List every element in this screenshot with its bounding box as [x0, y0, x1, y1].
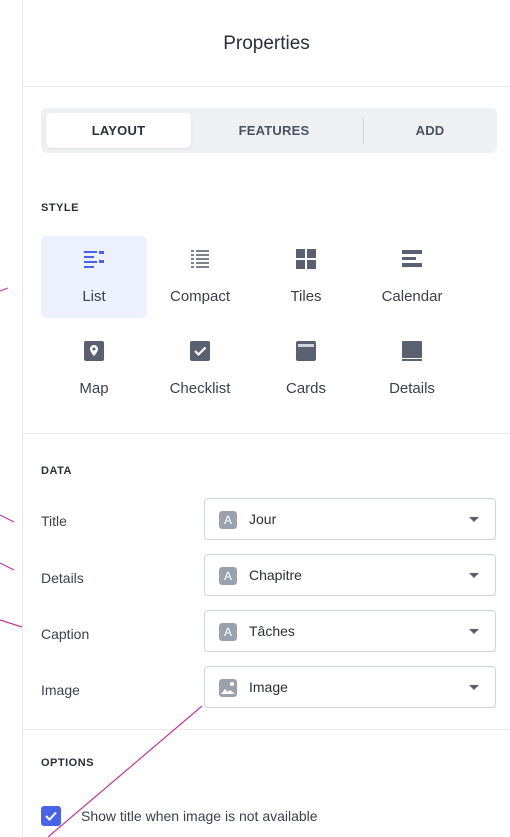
text-type-icon: A [219, 511, 237, 529]
style-option-label: List [82, 288, 106, 305]
style-option-list[interactable]: List [41, 236, 147, 318]
annotation-line [0, 514, 15, 523]
style-option-label: Calendar [381, 288, 443, 305]
section-divider [23, 433, 510, 434]
style-option-label: Compact [169, 288, 231, 305]
show-title-checkbox-label: Show title when image is not available [81, 808, 318, 824]
calendar-icon [402, 250, 422, 267]
image-type-icon [219, 679, 237, 697]
style-option-compact[interactable]: Compact [147, 236, 253, 318]
caption-field-label: Caption [41, 626, 90, 642]
annotation-line [0, 619, 23, 628]
style-option-details[interactable]: Details [359, 328, 465, 410]
details-field-label: Details [41, 570, 84, 586]
tab-features[interactable]: FEATURES [199, 113, 349, 148]
select-value: Tâches [249, 623, 295, 639]
image-column-select[interactable]: Image [204, 666, 496, 708]
options-section-label: OPTIONS [41, 757, 95, 769]
chevron-down-icon [469, 573, 479, 578]
card-icon [296, 341, 316, 361]
image-field-label: Image [41, 682, 80, 698]
text-type-icon: A [219, 567, 237, 585]
annotation-line [0, 562, 15, 571]
chevron-down-icon [469, 685, 479, 690]
select-value: Chapitre [249, 567, 302, 583]
panel-header: Properties [23, 0, 510, 87]
properties-panel: Properties LAYOUT FEATURES ADD STYLE Lis… [23, 0, 510, 837]
title-column-select[interactable]: A Jour [204, 498, 496, 540]
style-section-label: STYLE [41, 202, 79, 214]
checkbox-icon [190, 341, 210, 361]
style-option-checklist[interactable]: Checklist [147, 328, 253, 410]
chevron-down-icon [469, 629, 479, 634]
tab-bar: LAYOUT FEATURES ADD [41, 108, 497, 153]
tab-layout[interactable]: LAYOUT [46, 113, 191, 148]
tab-separator [363, 118, 364, 143]
annotation-line [0, 287, 9, 292]
list-icon [84, 251, 104, 268]
style-option-tiles[interactable]: Tiles [253, 236, 359, 318]
style-option-calendar[interactable]: Calendar [359, 236, 465, 318]
text-type-icon: A [219, 623, 237, 641]
select-value: Jour [249, 511, 277, 527]
style-option-map[interactable]: Map [41, 328, 147, 410]
show-title-checkbox[interactable] [41, 806, 61, 826]
map-pin-icon [84, 341, 104, 361]
style-option-label: Details [389, 380, 435, 397]
select-value: Image [249, 679, 288, 695]
details-column-select[interactable]: A Chapitre [204, 554, 496, 596]
style-option-label: Cards [285, 380, 326, 397]
title-field-label: Title [41, 513, 67, 529]
tiles-icon [296, 249, 316, 269]
compact-list-icon [191, 250, 209, 268]
section-divider [23, 729, 510, 730]
style-option-label: Checklist [169, 380, 231, 397]
chevron-down-icon [469, 517, 479, 522]
style-option-label: Tiles [290, 288, 322, 305]
checkmark-icon [45, 811, 57, 821]
tab-add[interactable]: ADD [368, 113, 492, 148]
style-option-label: Map [79, 380, 109, 397]
style-option-cards[interactable]: Cards [253, 328, 359, 410]
caption-column-select[interactable]: A Tâches [204, 610, 496, 652]
details-icon [402, 341, 422, 361]
panel-title: Properties [223, 33, 310, 54]
data-section-label: DATA [41, 465, 72, 477]
